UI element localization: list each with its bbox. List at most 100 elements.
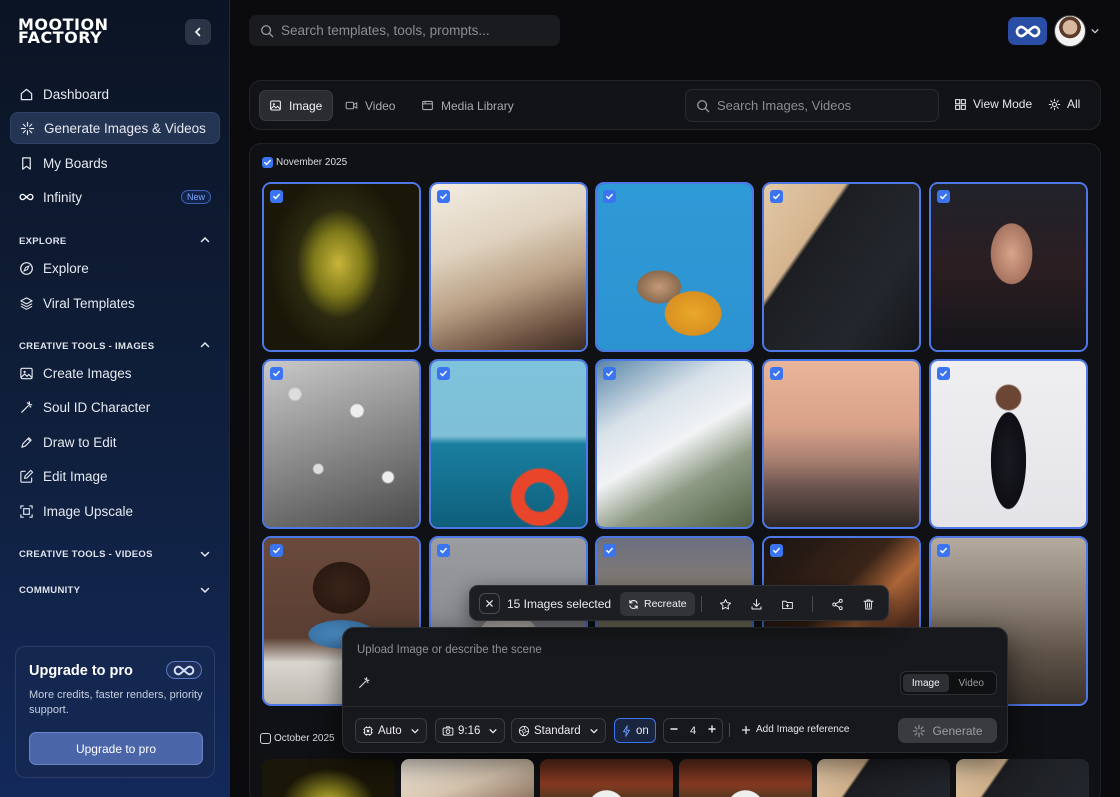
woman-flowers-image <box>931 361 1086 527</box>
share-button[interactable] <box>828 595 846 613</box>
nav-infinity-label: Infinity <box>43 189 83 205</box>
plus-icon[interactable] <box>707 724 717 737</box>
move-to-folder-button[interactable] <box>778 595 796 613</box>
media-tile[interactable] <box>929 359 1088 529</box>
media-tile[interactable] <box>762 359 921 529</box>
aspect-ratio-select[interactable]: 9:16 <box>435 718 506 743</box>
media-thumbnail[interactable] <box>401 759 534 797</box>
checkbox-checked-icon[interactable] <box>270 367 283 380</box>
generate-button[interactable]: Generate <box>898 718 997 743</box>
infinity-plan-button[interactable] <box>1008 17 1047 45</box>
checkbox-checked-icon[interactable] <box>270 544 283 557</box>
nav-viral-templates[interactable]: Viral Templates <box>10 287 220 319</box>
checkbox-checked-icon[interactable] <box>437 367 450 380</box>
upgrade-title: Upgrade to pro <box>29 663 133 679</box>
nav-create-images[interactable]: Create Images <box>10 357 220 389</box>
nav-generate[interactable]: Generate Images & Videos <box>10 112 220 144</box>
media-tile[interactable] <box>595 359 754 529</box>
upgrade-button[interactable]: Upgrade to pro <box>29 732 203 765</box>
nav-create-images-label: Create Images <box>43 365 132 381</box>
mode-image[interactable]: Image <box>903 674 949 692</box>
media-thumbnail[interactable] <box>956 759 1089 797</box>
boost-toggle[interactable]: on <box>614 718 656 743</box>
group-november[interactable]: November 2025 <box>262 157 347 168</box>
chevron-left-icon <box>194 27 201 37</box>
group-october[interactable]: October 2025 <box>260 733 335 744</box>
download-button[interactable] <box>747 595 765 613</box>
magic-wand-icon[interactable] <box>357 676 371 690</box>
view-mode-button[interactable]: View Mode <box>954 97 1032 111</box>
media-thumbnail[interactable] <box>817 759 950 797</box>
search-icon <box>261 24 274 37</box>
nav-dashboard[interactable]: Dashboard <box>10 78 220 110</box>
tab-video[interactable]: Video <box>336 90 405 121</box>
checkbox-checked-icon[interactable] <box>937 190 950 203</box>
recreate-button[interactable]: Recreate <box>620 592 695 616</box>
camera-icon <box>442 725 454 737</box>
avatar[interactable] <box>1054 15 1086 47</box>
media-tile[interactable] <box>929 182 1088 352</box>
nav-explore[interactable]: Explore <box>10 252 220 284</box>
mode-video[interactable]: Video <box>949 674 995 692</box>
edit-icon <box>19 469 34 484</box>
magic-wand-icon <box>19 400 34 415</box>
media-thumbnail[interactable] <box>679 759 812 797</box>
checkbox-checked-icon[interactable] <box>770 367 783 380</box>
media-tile[interactable] <box>262 182 421 352</box>
nav-image-upscale[interactable]: Image Upscale <box>10 495 220 527</box>
image-icon <box>19 366 34 381</box>
nav-explore-label: Explore <box>43 260 89 276</box>
media-tile[interactable] <box>429 182 588 352</box>
chevron-down-icon[interactable] <box>199 548 211 560</box>
checkbox-checked-icon[interactable] <box>603 544 616 557</box>
minus-icon[interactable] <box>669 724 679 737</box>
peach-hills-image <box>764 361 919 527</box>
checkbox-checked-icon[interactable] <box>437 544 450 557</box>
tab-media-library[interactable]: Media Library <box>412 90 524 121</box>
nav-edit-image[interactable]: Edit Image <box>10 460 220 492</box>
media-thumbnail[interactable] <box>540 759 673 797</box>
tab-image[interactable]: Image <box>259 90 334 121</box>
nav-boards[interactable]: My Boards <box>10 147 220 179</box>
media-search[interactable] <box>685 89 939 122</box>
upscale-icon <box>19 504 34 519</box>
chevron-up-icon[interactable] <box>199 339 211 351</box>
global-search-input[interactable] <box>281 23 541 38</box>
media-search-input[interactable] <box>717 98 927 113</box>
delete-button[interactable] <box>859 595 877 613</box>
close-icon <box>486 600 493 607</box>
media-tile[interactable] <box>595 182 754 352</box>
checkbox-checked-icon[interactable] <box>437 190 450 203</box>
media-thumbnail[interactable] <box>262 759 395 797</box>
folder-plus-icon <box>781 600 793 609</box>
media-tile[interactable] <box>762 182 921 352</box>
brand-logo[interactable]: MOOTION FACTORY <box>18 17 142 46</box>
model-select[interactable]: Auto <box>355 718 427 743</box>
checkbox-unchecked-icon[interactable] <box>260 733 271 744</box>
quality-select[interactable]: Standard <box>511 718 606 743</box>
media-tile[interactable] <box>429 359 588 529</box>
nav-draw-to-edit[interactable]: Draw to Edit <box>10 426 220 458</box>
prompt-input[interactable] <box>357 644 897 656</box>
chevron-up-icon[interactable] <box>199 234 211 246</box>
checkbox-checked-icon[interactable] <box>270 190 283 203</box>
clear-selection-button[interactable] <box>479 593 500 614</box>
checkbox-checked-icon[interactable] <box>770 544 783 557</box>
nav-soul-id[interactable]: Soul ID Character <box>10 391 220 423</box>
checkbox-checked-icon[interactable] <box>770 190 783 203</box>
checkbox-checked-icon[interactable] <box>937 367 950 380</box>
chevron-down-icon <box>410 726 420 736</box>
media-tile[interactable] <box>262 359 421 529</box>
nav-infinity[interactable]: Infinity New <box>10 181 220 213</box>
global-search[interactable] <box>249 15 560 46</box>
filter-all-button[interactable]: All <box>1048 97 1080 111</box>
checkbox-checked-icon[interactable] <box>262 157 273 168</box>
chevron-down-icon[interactable] <box>1090 26 1100 36</box>
add-image-reference-button[interactable]: Add Image reference <box>741 724 849 735</box>
checkbox-checked-icon[interactable] <box>603 367 616 380</box>
collapse-sidebar-button[interactable] <box>185 19 211 45</box>
checkbox-checked-icon[interactable] <box>937 544 950 557</box>
checkbox-checked-icon[interactable] <box>603 190 616 203</box>
favorite-button[interactable] <box>716 595 734 613</box>
chevron-down-icon[interactable] <box>199 584 211 596</box>
